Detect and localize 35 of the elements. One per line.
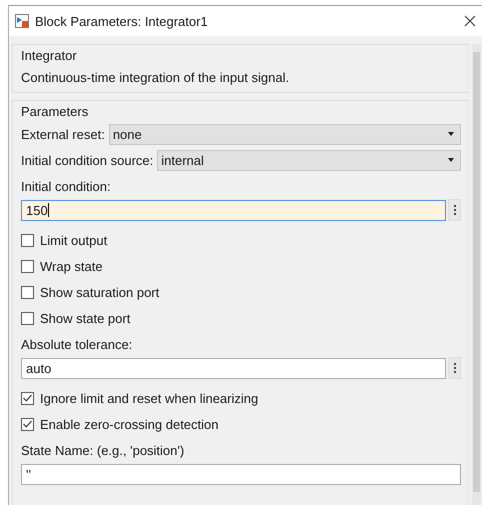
caret-icon — [448, 132, 454, 136]
panel-heading: Integrator — [21, 47, 78, 65]
checkbox[interactable] — [21, 392, 34, 404]
input-field[interactable]: '' — [21, 464, 461, 484]
field-label: External reset: — [21, 126, 105, 142]
checkbox-label: Show state port — [40, 310, 130, 326]
checkbox[interactable] — [21, 286, 34, 298]
vertical-dots-icon — [452, 362, 456, 374]
close-icon[interactable] — [464, 15, 476, 27]
checkbox[interactable] — [21, 312, 34, 324]
input-field[interactable]: auto — [21, 358, 446, 378]
vertical-dots-icon — [452, 204, 456, 216]
field-label: Absolute tolerance: — [21, 336, 134, 354]
checkbox[interactable] — [21, 418, 34, 430]
field-label: Initial condition source: — [21, 152, 154, 168]
checkbox[interactable] — [21, 260, 34, 272]
checkbox-label: Enable zero-crossing detection — [40, 416, 218, 432]
checkbox-label: Wrap state — [40, 258, 103, 274]
dropdown[interactable]: none — [108, 124, 461, 144]
dropdown[interactable]: internal — [157, 150, 461, 170]
more-options-button[interactable] — [448, 199, 461, 221]
description-text: Continuous-time integration of the input signal. — [21, 69, 290, 87]
field-label: Initial condition: — [21, 178, 112, 196]
checkbox[interactable] — [21, 234, 34, 246]
checkbox-label: Limit output — [40, 232, 108, 248]
input-field[interactable]: 150 — [21, 200, 446, 220]
caret-icon — [448, 158, 454, 162]
checkbox-label: Show saturation port — [40, 284, 160, 300]
scrollbar[interactable] — [472, 44, 481, 505]
field-label: State Name: (e.g., 'position') — [21, 442, 186, 460]
panel-heading: Parameters — [21, 103, 90, 121]
checkbox-label: Ignore limit and reset when linearizing — [40, 390, 258, 406]
more-options-button[interactable] — [448, 357, 461, 379]
app-icon — [15, 14, 29, 28]
window-title: Block Parameters: Integrator1 — [35, 14, 209, 28]
